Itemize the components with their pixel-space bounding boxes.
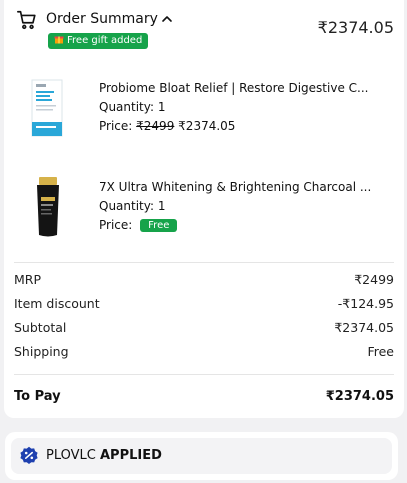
shipping-label: Shipping <box>14 344 69 359</box>
summary-row-to-pay: To Pay ₹2374.05 <box>14 389 394 407</box>
coupon-code: PLOVLC <box>46 448 96 463</box>
discounted-price: ₹2374.05 <box>178 119 236 133</box>
product-image <box>37 177 59 237</box>
chevron-up-icon[interactable] <box>160 12 174 26</box>
divider <box>14 262 394 263</box>
product-quantity: Quantity: 1 <box>99 100 166 114</box>
divider <box>14 374 394 375</box>
coupon-applied-label: APPLIED <box>99 448 162 463</box>
product-name[interactable]: 7X Ultra Whitening & Brightening Charcoa… <box>99 180 384 194</box>
order-summary-title[interactable]: Order Summary <box>46 11 158 27</box>
subtotal-label: Subtotal <box>14 320 67 335</box>
to-pay-value: ₹2374.05 <box>325 389 394 404</box>
price-label: Price: <box>99 119 133 133</box>
product-price: Price: Free <box>99 218 178 232</box>
product-quantity: Quantity: 1 <box>99 199 166 213</box>
product-name[interactable]: Probiome Bloat Relief | Restore Digestiv… <box>99 81 384 95</box>
applied-coupon[interactable]: PLOVLC APPLIED <box>11 438 392 474</box>
price-label: Price: <box>99 218 133 232</box>
cart-icon[interactable] <box>16 9 38 31</box>
product-price: Price: ₹2499 ₹2374.05 <box>99 119 235 133</box>
shipping-value: Free <box>367 344 394 359</box>
summary-row-subtotal: Subtotal ₹2374.05 <box>14 320 394 338</box>
free-badge: Free <box>140 219 178 232</box>
summary-row-discount: Item discount -₹124.95 <box>14 296 394 314</box>
order-summary-card: Order Summary Free gift added ₹2374.05 P… <box>4 0 404 418</box>
product-image <box>31 79 63 137</box>
cart-item: Probiome Bloat Relief | Restore Digestiv… <box>4 79 404 161</box>
summary-row-shipping: Shipping Free <box>14 344 394 362</box>
free-gift-label: Free gift added <box>67 35 143 46</box>
gift-icon <box>54 36 64 44</box>
to-pay-label: To Pay <box>14 389 61 404</box>
mrp-value: ₹2499 <box>354 272 394 287</box>
original-price: ₹2499 <box>136 119 175 133</box>
cart-item: 7X Ultra Whitening & Brightening Charcoa… <box>4 177 404 260</box>
mrp-label: MRP <box>14 272 42 287</box>
coupon-card: PLOVLC APPLIED <box>5 432 398 480</box>
discount-label: Item discount <box>14 296 100 311</box>
subtotal-value: ₹2374.05 <box>334 320 394 335</box>
coupon-status: PLOVLC APPLIED <box>46 448 162 463</box>
summary-row-mrp: MRP ₹2499 <box>14 272 394 290</box>
order-total: ₹2374.05 <box>317 18 394 37</box>
discount-badge-icon <box>20 446 38 464</box>
free-gift-badge: Free gift added <box>48 33 149 49</box>
discount-value: -₹124.95 <box>337 296 394 311</box>
